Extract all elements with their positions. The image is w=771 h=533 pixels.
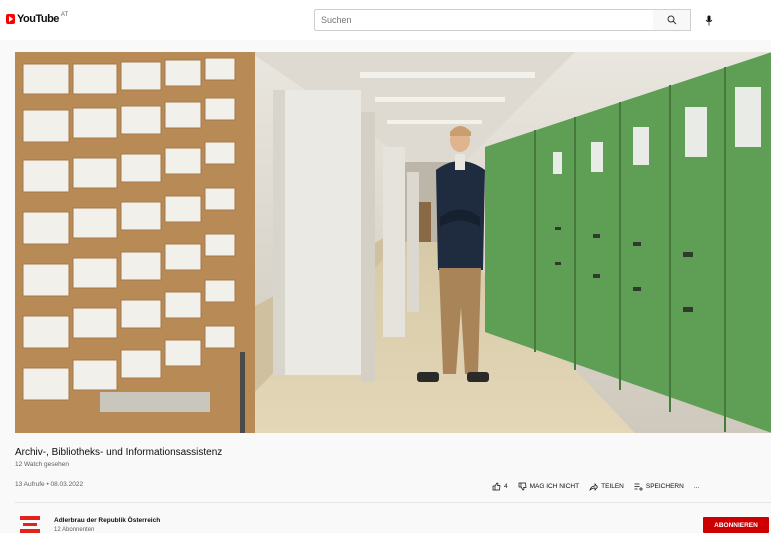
microphone-icon [705,15,713,25]
search-input[interactable] [315,10,653,30]
video-actions: 4 MAG ICH NICHT TEILEN SPEICHERN ... [492,478,709,494]
channel-subscribers: 12 Abonnenten [54,527,95,533]
save-button[interactable]: SPEICHERN [634,482,684,491]
channel-name[interactable]: Adlerbrau der Republik Österreich [54,517,160,524]
subscribe-button[interactable]: ABONNIEREN [703,517,769,533]
search-box[interactable] [314,9,654,31]
like-button[interactable]: 4 [492,482,508,491]
search-button[interactable] [653,9,691,31]
dislike-button[interactable]: MAG ICH NICHT [518,482,579,491]
video-player[interactable] [15,52,771,433]
youtube-logo[interactable]: YouTube AT [6,12,68,26]
share-label: TEILEN [601,482,624,490]
logo-country: AT [60,12,69,18]
share-button[interactable]: TEILEN [589,482,624,491]
dislike-label: MAG ICH NICHT [529,482,580,490]
voice-search-button[interactable] [700,11,718,29]
thumbs-down-icon [518,482,527,490]
play-logo-icon [6,14,15,24]
search-icon [667,15,676,25]
logo-text: YouTube [17,13,59,25]
video-meta: 13 Aufrufe • 08.03.2022 [15,481,84,488]
like-count: 4 [504,482,508,490]
channel-logo-icon[interactable] [20,516,40,533]
thumbs-up-icon [492,482,501,490]
divider [15,502,771,503]
video-frame-image [15,52,771,433]
share-icon [589,482,599,491]
more-icon: ... [693,482,700,490]
video-subline: 12 Watch gesehen [15,461,69,468]
save-label: SPEICHERN [645,482,684,490]
playlist-add-icon [634,483,643,491]
top-bar: YouTube AT [0,0,771,40]
more-actions-button[interactable]: ... [694,483,699,490]
video-title: Archiv-, Bibliotheks- und Informationsas… [15,447,223,458]
